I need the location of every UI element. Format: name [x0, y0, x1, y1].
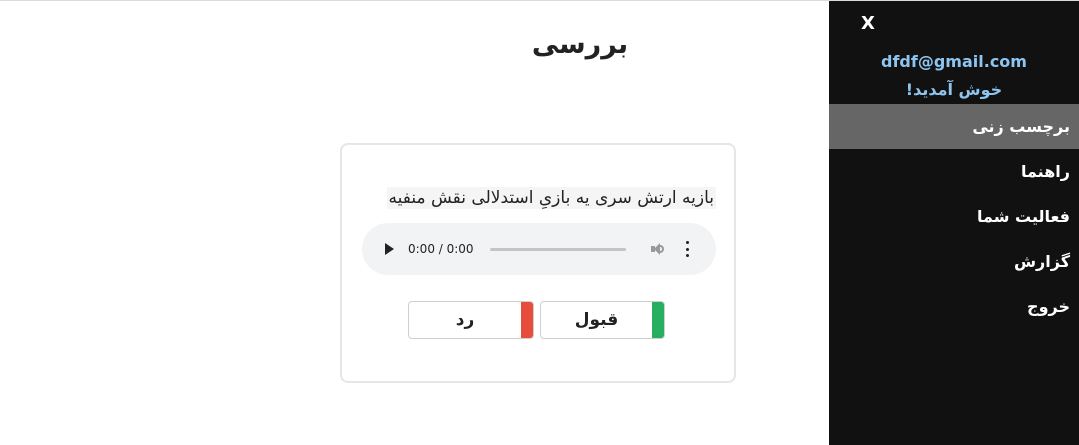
reject-button[interactable]: رد [408, 301, 534, 339]
audio-player[interactable]: 0:00 / 0:00 [362, 223, 716, 275]
user-email: dfdf@gmail.com [881, 52, 1027, 71]
sidebar-nav: برچسب زنی راهنما فعالیت شما گزارش خروج [829, 104, 1079, 329]
more-options-icon[interactable] [685, 241, 690, 257]
audio-time: 0:00 / 0:00 [408, 242, 474, 256]
welcome-message: خوش آمدید! [905, 80, 1003, 99]
audio-progress-bar[interactable] [489, 247, 626, 251]
sidebar-item-guide[interactable]: راهنما [829, 149, 1079, 194]
sidebar: X dfdf@gmail.com خوش آمدید! برچسب زنی را… [829, 1, 1079, 445]
accept-button[interactable]: قبول [540, 301, 665, 339]
review-sentence: بازیه ارتش سری یه بازیِ استدلالی نقش منف… [386, 187, 716, 209]
reject-button-label: رد [455, 310, 475, 330]
play-icon[interactable] [385, 243, 394, 255]
sidebar-item-logout[interactable]: خروج [829, 284, 1079, 329]
close-sidebar-button[interactable]: X [861, 13, 875, 34]
sidebar-item-activity[interactable]: فعالیت شما [829, 194, 1079, 239]
volume-icon[interactable] [650, 241, 666, 257]
sidebar-item-labeling[interactable]: برچسب زنی [829, 104, 1079, 149]
page-title: بررسی [531, 29, 629, 60]
sidebar-item-report[interactable]: گزارش [829, 239, 1079, 284]
accept-button-label: قبول [574, 310, 619, 330]
review-card: بازیه ارتش سری یه بازیِ استدلالی نقش منف… [340, 143, 736, 383]
accept-color-bar [652, 302, 664, 338]
page-title-wrap: بررسی [440, 29, 720, 60]
reject-color-bar [521, 302, 533, 338]
